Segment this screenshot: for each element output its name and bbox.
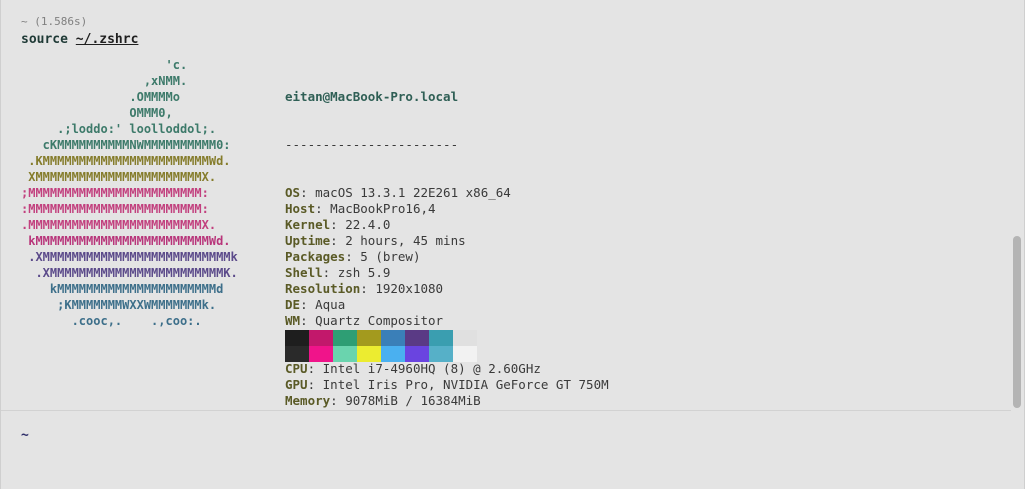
- color-swatch-normal: [309, 330, 333, 346]
- logo-line: .XMMMMMMMMMMMMMMMMMMMMMMMMK.: [21, 266, 238, 280]
- info-key: CPU: [285, 361, 308, 376]
- command-argument-link[interactable]: ~/.zshrc: [76, 32, 139, 47]
- color-swatch-bright: [429, 346, 453, 362]
- info-value: Aqua: [315, 297, 346, 312]
- command-block[interactable]: ~ (1.586s) source ~/.zshrc 'c. ,xNMM. .O…: [1, 0, 1011, 410]
- info-value: Intel Iris Pro, NVIDIA GeForce GT 750M: [322, 377, 609, 392]
- info-key: Kernel: [285, 217, 331, 232]
- info-value: Intel i7-4960HQ (8) @ 2.60GHz: [322, 361, 541, 376]
- color-swatch-normal: [405, 330, 429, 346]
- logo-line: :MMMMMMMMMMMMMMMMMMMMMMMM:: [21, 202, 209, 216]
- info-key: WM: [285, 313, 301, 328]
- info-value: 22.4.0: [345, 217, 391, 232]
- color-swatch-normal: [333, 330, 357, 346]
- info-key: Packages: [285, 249, 346, 264]
- logo-line: 'c.: [21, 58, 188, 72]
- title-separator: -----------------------: [285, 137, 459, 152]
- info-value: 5 (brew): [360, 249, 421, 264]
- info-row: WM: Quartz Compositor: [285, 313, 444, 328]
- info-key: Memory: [285, 393, 331, 408]
- info-value: 2 hours, 45 mins: [345, 233, 466, 248]
- logo-line: ;KMMMMMMMWXXWMMMMMMMk.: [21, 298, 217, 312]
- color-palette: [285, 330, 477, 362]
- info-key: Shell: [285, 265, 323, 280]
- info-row: CPU: Intel i7-4960HQ (8) @ 2.60GHz: [285, 361, 541, 376]
- info-key: DE: [285, 297, 301, 312]
- logo-line: kMMMMMMMMMMMMMMMMMMMMMMd: [21, 282, 224, 296]
- logo-line: .XMMMMMMMMMMMMMMMMMMMMMMMMMMk: [21, 250, 238, 264]
- color-swatch-bright: [333, 346, 357, 362]
- color-swatch-normal: [357, 330, 381, 346]
- block-duration: ~ (1.586s): [21, 15, 88, 28]
- block-divider: [1, 410, 1011, 411]
- logo-line: XMMMMMMMMMMMMMMMMMMMMMMMX.: [21, 170, 217, 184]
- info-value: MacBookPro16,4: [330, 201, 436, 216]
- logo-line: cKMMMMMMMMMMNWMMMMMMMMMM0:: [21, 138, 231, 152]
- color-swatch-bright: [405, 346, 429, 362]
- info-row: GPU: Intel Iris Pro, NVIDIA GeForce GT 7…: [285, 377, 609, 392]
- info-row: OS: macOS 13.3.1 22E261 x86_64: [285, 185, 511, 200]
- info-value: 1920x1080: [375, 281, 444, 296]
- color-swatch-bright: [357, 346, 381, 362]
- info-row: Shell: zsh 5.9: [285, 265, 391, 280]
- info-value: macOS 13.3.1 22E261 x86_64: [315, 185, 511, 200]
- info-row: Resolution: 1920x1080: [285, 281, 444, 296]
- info-row: Host: MacBookPro16,4: [285, 201, 436, 216]
- terminal-window: ~ (1.586s) source ~/.zshrc 'c. ,xNMM. .O…: [0, 0, 1025, 489]
- info-key: Host: [285, 201, 316, 216]
- apple-ascii-logo: 'c. ,xNMM. .OMMMMo OMMM0, .;loddo:' lool…: [21, 57, 238, 329]
- info-value: 9078MiB / 16384MiB: [345, 393, 481, 408]
- info-row: Kernel: 22.4.0: [285, 217, 391, 232]
- logo-line: .;loddo:' loolloddol;.: [21, 122, 217, 136]
- logo-line: OMMM0,: [21, 106, 173, 120]
- info-key: Resolution: [285, 281, 361, 296]
- command-line: source ~/.zshrc: [21, 32, 138, 47]
- color-swatch-bright: [381, 346, 405, 362]
- logo-line: .KMMMMMMMMMMMMMMMMMMMMMMMWd.: [21, 154, 231, 168]
- info-row: Uptime: 2 hours, 45 mins: [285, 233, 466, 248]
- color-swatch-normal: [453, 330, 477, 346]
- logo-line: .cooc,. .,coo:.: [21, 314, 202, 328]
- info-row: Packages: 5 (brew): [285, 249, 421, 264]
- info-key: OS: [285, 185, 301, 200]
- command-name: source: [21, 32, 68, 47]
- color-swatch-bright: [309, 346, 333, 362]
- info-row: DE: Aqua: [285, 297, 346, 312]
- info-value: zsh 5.9: [337, 265, 391, 280]
- info-row: Memory: 9078MiB / 16384MiB: [285, 393, 481, 408]
- logo-line: ,xNMM.: [21, 74, 188, 88]
- logo-line: .OMMMMo: [21, 90, 180, 104]
- color-swatch-bright: [285, 346, 309, 362]
- user-host-title: eitan@MacBook-Pro.local: [285, 89, 459, 104]
- info-key: Uptime: [285, 233, 331, 248]
- info-key: GPU: [285, 377, 308, 392]
- color-swatch-normal: [285, 330, 309, 346]
- logo-line: kMMMMMMMMMMMMMMMMMMMMMMMMWd.: [21, 234, 231, 248]
- input-prompt[interactable]: ~: [21, 428, 29, 443]
- logo-line: .MMMMMMMMMMMMMMMMMMMMMMMMX.: [21, 218, 217, 232]
- color-swatch-normal: [381, 330, 405, 346]
- scrollbar-thumb[interactable]: [1013, 236, 1021, 408]
- logo-line: ;MMMMMMMMMMMMMMMMMMMMMMMM:: [21, 186, 209, 200]
- color-swatch-bright: [453, 346, 477, 362]
- info-value: Quartz Compositor: [315, 313, 444, 328]
- color-swatch-normal: [429, 330, 453, 346]
